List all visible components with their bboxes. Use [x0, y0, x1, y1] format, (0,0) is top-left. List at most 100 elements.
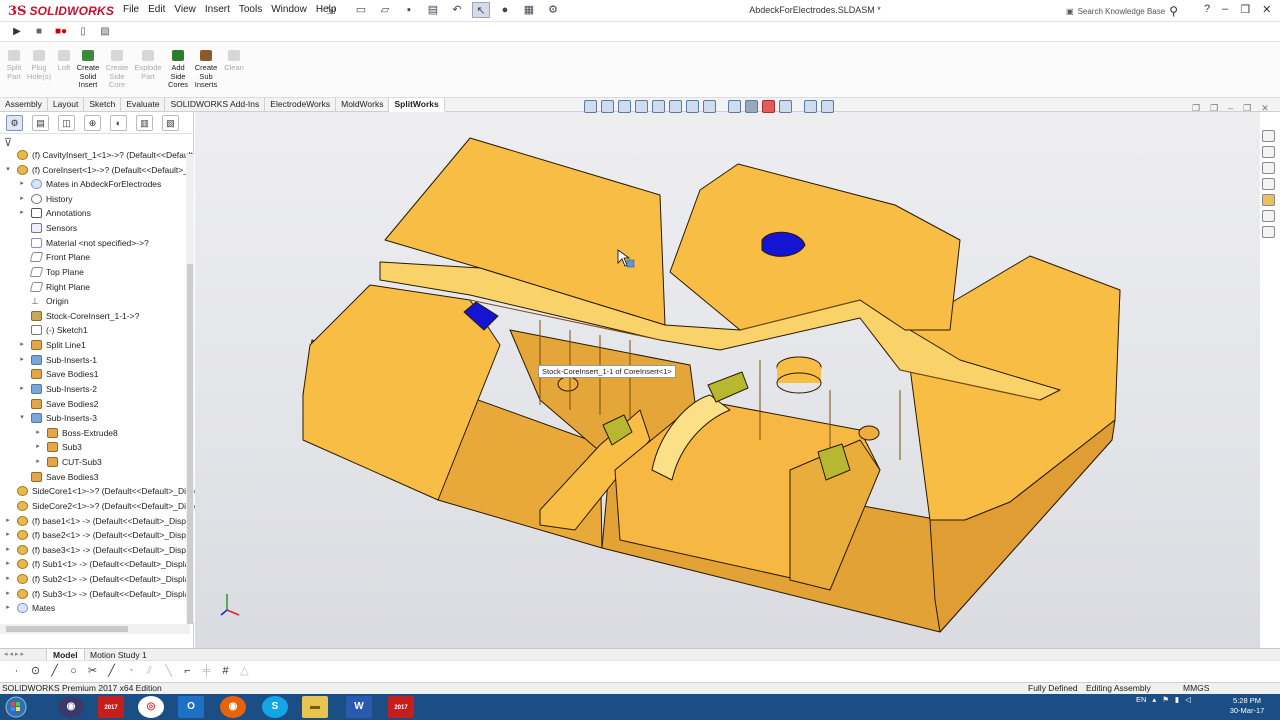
menu-tools[interactable]: Tools: [234, 4, 266, 15]
language-indicator[interactable]: EN: [1136, 695, 1146, 704]
flag-icon[interactable]: ⚑: [1162, 695, 1169, 704]
volume-icon[interactable]: ◁: [1185, 695, 1191, 704]
tree-item[interactable]: ▸ Sub-Inserts-1: [0, 353, 190, 367]
expand-toggle-icon[interactable]: ▸: [18, 353, 26, 367]
tab-scroll-arrows[interactable]: ◂◂▸▸: [4, 650, 26, 658]
display-pane-icon[interactable]: [804, 100, 817, 113]
apply-scene-icon[interactable]: [745, 100, 758, 113]
explode-part-button[interactable]: Explode Part: [134, 50, 162, 81]
tab-sketch[interactable]: Sketch: [84, 98, 122, 112]
configuration-manager-tab-icon[interactable]: ◫: [58, 115, 75, 131]
search-knowledge-base[interactable]: ▣ Search Knowledge Base ⚲: [1066, 3, 1192, 19]
split-part-button[interactable]: Split Part: [0, 50, 28, 81]
display-manager-tab-icon[interactable]: ◐: [110, 115, 127, 131]
zoom-to-fit-icon[interactable]: [584, 100, 597, 113]
tree-item[interactable]: ▸ (f) Sub1<1> -> (Default<<Default>_Displ…: [0, 557, 194, 571]
expand-toggle-icon[interactable]: ▸: [18, 338, 26, 352]
edit-macro-icon[interactable]: ▧: [98, 25, 112, 39]
tree-item[interactable]: ▸ Boss-Extrude8: [0, 426, 190, 440]
tree-item[interactable]: ▸ Sub-Inserts-2: [0, 382, 190, 396]
network-icon[interactable]: ▮: [1175, 695, 1179, 704]
tab-evaluate[interactable]: Evaluate: [121, 98, 166, 112]
menu-window[interactable]: Window: [266, 4, 311, 15]
tree-item[interactable]: SideCore2<1>->? (Default<<Default>_Disp: [0, 499, 195, 513]
expand-toggle-icon[interactable]: ▸: [18, 206, 26, 220]
appearances-icon[interactable]: [1262, 194, 1275, 206]
previous-view-icon[interactable]: [618, 100, 631, 113]
new-icon[interactable]: ▭: [352, 2, 370, 18]
options-icon[interactable]: ⚙: [544, 2, 562, 18]
tree-item[interactable]: ⊥ Origin: [0, 294, 190, 308]
tree-item[interactable]: Save Bodies3: [0, 470, 190, 484]
security-app-icon[interactable]: ◉: [58, 696, 84, 718]
view-orientation-icon[interactable]: [669, 100, 682, 113]
select-icon[interactable]: ↖: [472, 2, 490, 18]
expand-toggle-icon[interactable]: ▸: [4, 528, 12, 542]
tree-item[interactable]: Sensors: [0, 221, 190, 235]
undo-icon[interactable]: ↶: [448, 2, 466, 18]
tree-item[interactable]: ▸ (f) Sub2<1> -> (Default<<Default>_Displ…: [0, 572, 194, 586]
tree-item[interactable]: Save Bodies2: [0, 397, 190, 411]
tree-item[interactable]: ▸ Sub3: [0, 440, 190, 454]
solidworks-logo[interactable]: 3S SOLIDWORKS: [8, 3, 114, 19]
edit-appearance-icon[interactable]: [728, 100, 741, 113]
firefox-icon[interactable]: ◉: [220, 696, 246, 718]
tree-horizontal-scrollbar[interactable]: [0, 624, 190, 634]
open-icon[interactable]: ▱: [376, 2, 394, 18]
moldworks-tab-icon[interactable]: ▥: [136, 115, 153, 131]
centerline-circle-icon[interactable]: ○: [67, 664, 80, 678]
skype-icon[interactable]: S: [262, 696, 288, 718]
solidworks-2017-taskbar-icon[interactable]: 2017: [98, 696, 124, 718]
unit-system[interactable]: MMGS: [1183, 683, 1209, 694]
create-sub-inserts-button[interactable]: Create Sub Inserts: [192, 50, 220, 90]
add-side-cores-button[interactable]: Add Side Cores: [164, 50, 192, 90]
create-side-core-button[interactable]: Create Side Core: [103, 50, 131, 90]
clock[interactable]: 5:28 PM 30-Mar-17: [1222, 696, 1272, 716]
tree-item[interactable]: ▸ History: [0, 192, 190, 206]
restore-icon[interactable]: ❐: [1240, 3, 1250, 16]
expand-toggle-icon[interactable]: ▸: [34, 426, 42, 440]
tree-item[interactable]: ▸ (f) base3<1> -> (Default<<Default>_Disp…: [0, 543, 193, 557]
dynamic-annotation-icon[interactable]: [652, 100, 665, 113]
viewport-tile-icon[interactable]: ❐: [1192, 103, 1200, 114]
rebuild-icon[interactable]: ●: [496, 2, 514, 18]
expand-toggle-icon[interactable]: ▸: [4, 572, 12, 586]
graphics-area[interactable]: [195, 112, 1260, 648]
minimize-icon[interactable]: –: [1222, 3, 1228, 16]
feature-tree-tab-icon[interactable]: ⚙: [6, 115, 23, 131]
render-tools-icon[interactable]: [779, 100, 792, 113]
tree-item[interactable]: Save Bodies1: [0, 367, 190, 381]
close-icon[interactable]: ✕: [1262, 3, 1271, 16]
mirror-icon[interactable]: ╲: [162, 664, 175, 678]
tree-item[interactable]: ▸ (f) base1<1> -> (Default<<Default>_Disp…: [0, 514, 193, 528]
tab-assembly[interactable]: Assembly: [0, 98, 48, 112]
record-macro-icon[interactable]: ■●: [54, 25, 68, 39]
tab-electrodeworks[interactable]: ElectrodeWorks: [265, 98, 337, 112]
dimxpert-tab-icon[interactable]: ⊕: [84, 115, 101, 131]
viewport-close-icon[interactable]: ✕: [1261, 103, 1269, 114]
expand-toggle-icon[interactable]: ▸: [34, 455, 42, 469]
expand-toggle-icon[interactable]: ▸: [4, 514, 12, 528]
expand-toggle-icon[interactable]: ▾: [18, 411, 26, 425]
tree-item[interactable]: ▸ CUT-Sub3: [0, 455, 190, 469]
tray-overflow-icon[interactable]: ▴: [1152, 695, 1156, 704]
tree-item[interactable]: Front Plane: [0, 250, 190, 264]
tree-item[interactable]: ▸ Annotations: [0, 206, 190, 220]
tree-item[interactable]: ▸ Split Line1: [0, 338, 190, 352]
file-explorer-taskbar-icon[interactable]: ▬: [302, 696, 328, 718]
menu-edit[interactable]: Edit: [143, 4, 169, 15]
section-view-icon[interactable]: [635, 100, 648, 113]
property-manager-tab-icon[interactable]: ▤: [32, 115, 49, 131]
zoom-to-area-icon[interactable]: [601, 100, 614, 113]
expand-toggle-icon[interactable]: ▸: [4, 587, 12, 601]
tree-item[interactable]: SideCore1<1>->? (Default<<Default>_Disp: [0, 484, 195, 498]
mold-core-model[interactable]: [195, 112, 1260, 648]
outlook-icon[interactable]: O: [178, 696, 204, 718]
relations-icon[interactable]: ╪: [200, 664, 213, 678]
forum-icon[interactable]: [1262, 226, 1275, 238]
menu-file[interactable]: File: [118, 4, 143, 15]
tree-item[interactable]: ▸ Mates in AbdeckForElectrodes: [0, 177, 190, 191]
fillet-icon[interactable]: ◔: [124, 664, 137, 678]
tree-item[interactable]: ▸ Mates: [0, 601, 190, 615]
chrome-icon[interactable]: ◎: [138, 696, 164, 718]
